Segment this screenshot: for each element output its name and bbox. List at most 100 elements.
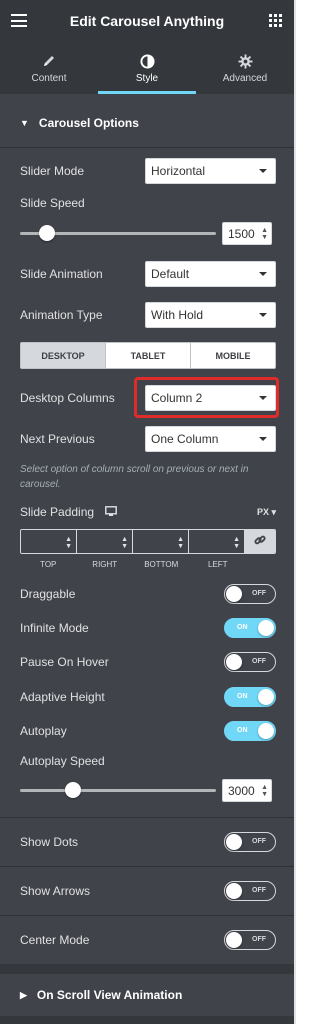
device-tab-desktop[interactable]: DESKTOP [21,343,106,368]
infinite-mode-toggle[interactable]: ON [224,618,276,638]
toggle-state: OFF [252,838,266,845]
slide-animation-row: Slide Animation Default [20,261,276,287]
unit-select[interactable]: PX ▾ [257,507,276,518]
tab-style-label: Style [135,73,159,84]
tab-content[interactable]: Content [0,42,98,94]
padding-left-input[interactable]: ▲ ▼ [189,530,245,553]
toggle-knob [226,883,242,899]
show-arrows-label: Show Arrows [20,884,91,898]
toggle-state: ON [237,693,248,700]
draggable-label: Draggable [20,587,76,601]
slide-speed-handle[interactable] [39,225,55,241]
toggle-state: OFF [252,887,266,894]
toggle-state: OFF [252,936,266,943]
chevron-down-icon [259,437,267,441]
section-title: On Scroll View Animation [36,988,183,1002]
show-dots-label: Show Dots [20,835,79,849]
next-previous-label: Next Previous [20,432,95,446]
section-scroll-animation[interactable]: ▶ On Scroll View Animation [0,974,294,1016]
autoplay-speed-handle[interactable] [65,782,81,798]
show-arrows-row: Show Arrows OFF [20,881,276,901]
slider-mode-select[interactable]: Horizontal [145,158,276,184]
toggle-state: ON [237,727,248,734]
tab-advanced[interactable]: Advanced [196,42,294,94]
device-tab-mobile[interactable]: MOBILE [191,343,275,368]
pencil-icon [42,52,56,70]
padding-bottom-input[interactable]: ▲ ▼ [133,530,189,553]
divider [0,915,294,916]
link-icon [254,534,266,549]
slide-speed-value: 1500 [228,226,255,241]
section-carousel-options[interactable]: ▼ Carousel Options [0,99,294,147]
autoplay-speed-input[interactable]: 3000 ▲ ▼ [222,779,272,802]
tab-style[interactable]: Style [98,42,196,94]
caret-down-icon: ▼ [20,118,29,128]
hamburger-icon[interactable] [11,14,27,27]
caret-right-icon: ▶ [20,989,27,1000]
adaptive-height-label: Adaptive Height [20,690,105,704]
stepper-icon[interactable]: ▲ ▼ [261,227,268,241]
adaptive-height-toggle[interactable]: ON [224,687,276,707]
panel-tabs: Content Style Advanced [0,42,294,94]
contrast-icon [139,52,155,70]
chevron-down-icon [259,313,267,317]
slide-padding-label: Slide Padding [20,505,118,520]
pause-on-hover-toggle[interactable]: OFF [224,652,276,672]
editor-panel: Edit Carousel Anything Content Style Adv… [0,0,296,1024]
autoplay-label: Autoplay [20,724,67,738]
show-arrows-toggle[interactable]: OFF [224,881,276,901]
slide-speed-slider[interactable] [20,225,216,241]
pause-on-hover-row: Pause On Hover OFF [20,652,276,672]
slider-mode-value: Horizontal [151,164,206,178]
toggle-knob [258,689,274,705]
section-separator [0,1016,294,1024]
slider-mode-label: Slider Mode [20,164,85,178]
slider-mode-row: Slider Mode Horizontal [20,158,276,184]
center-mode-label: Center Mode [20,933,90,947]
desktop-columns-label: Desktop Columns [20,391,115,405]
toggle-state: ON [237,624,248,631]
monitor-icon[interactable] [105,505,118,520]
autoplay-toggle[interactable]: ON [224,721,276,741]
stepper-icon[interactable]: ▲ ▼ [233,536,240,550]
slide-animation-select[interactable]: Default [145,261,276,287]
padding-right-input[interactable]: ▲ ▼ [77,530,133,553]
center-mode-row: Center Mode OFF [20,930,276,950]
show-dots-toggle[interactable]: OFF [224,832,276,852]
stepper-icon[interactable]: ▲ ▼ [177,536,184,550]
next-previous-hint: Select option of column scroll on previo… [20,464,249,490]
next-previous-select[interactable]: One Column [145,426,276,452]
animation-type-select[interactable]: With Hold [145,302,276,328]
link-values-button[interactable] [245,530,275,553]
slide-speed-row: Slide Speed [20,196,276,210]
draggable-toggle[interactable]: OFF [224,584,276,604]
tab-content-label: Content [31,73,67,84]
stepper-icon[interactable]: ▲ ▼ [65,536,72,550]
toggle-knob [226,834,242,850]
autoplay-speed-label: Autoplay Speed [20,754,105,768]
adaptive-height-row: Adaptive Height ON [20,687,276,707]
autoplay-speed-slider[interactable] [20,782,216,798]
toggle-knob [226,654,242,670]
stepper-icon[interactable]: ▲ ▼ [261,784,268,798]
infinite-mode-label: Infinite Mode [20,621,89,635]
chevron-down-icon [259,272,267,276]
device-tab-tablet[interactable]: TABLET [106,343,191,368]
next-previous-value: One Column [151,432,219,446]
slide-speed-input[interactable]: 1500 ▲ ▼ [222,222,272,245]
padding-side-labels: TOP RIGHT BOTTOM LEFT [20,560,246,569]
stepper-icon[interactable]: ▲ ▼ [121,536,128,550]
animation-type-label: Animation Type [20,308,103,322]
panel-title: Edit Carousel Anything [69,13,225,29]
animation-type-row: Animation Type With Hold [20,302,276,328]
center-mode-toggle[interactable]: OFF [224,930,276,950]
divider [0,817,294,818]
padding-top-input[interactable]: ▲ ▼ [21,530,77,553]
grid-icon[interactable] [269,14,282,27]
chevron-down-icon [259,169,267,173]
toggle-knob [226,586,242,602]
animation-type-value: With Hold [151,308,204,322]
toggle-knob [226,932,242,948]
toggle-knob [258,723,274,739]
show-dots-row: Show Dots OFF [20,832,276,852]
